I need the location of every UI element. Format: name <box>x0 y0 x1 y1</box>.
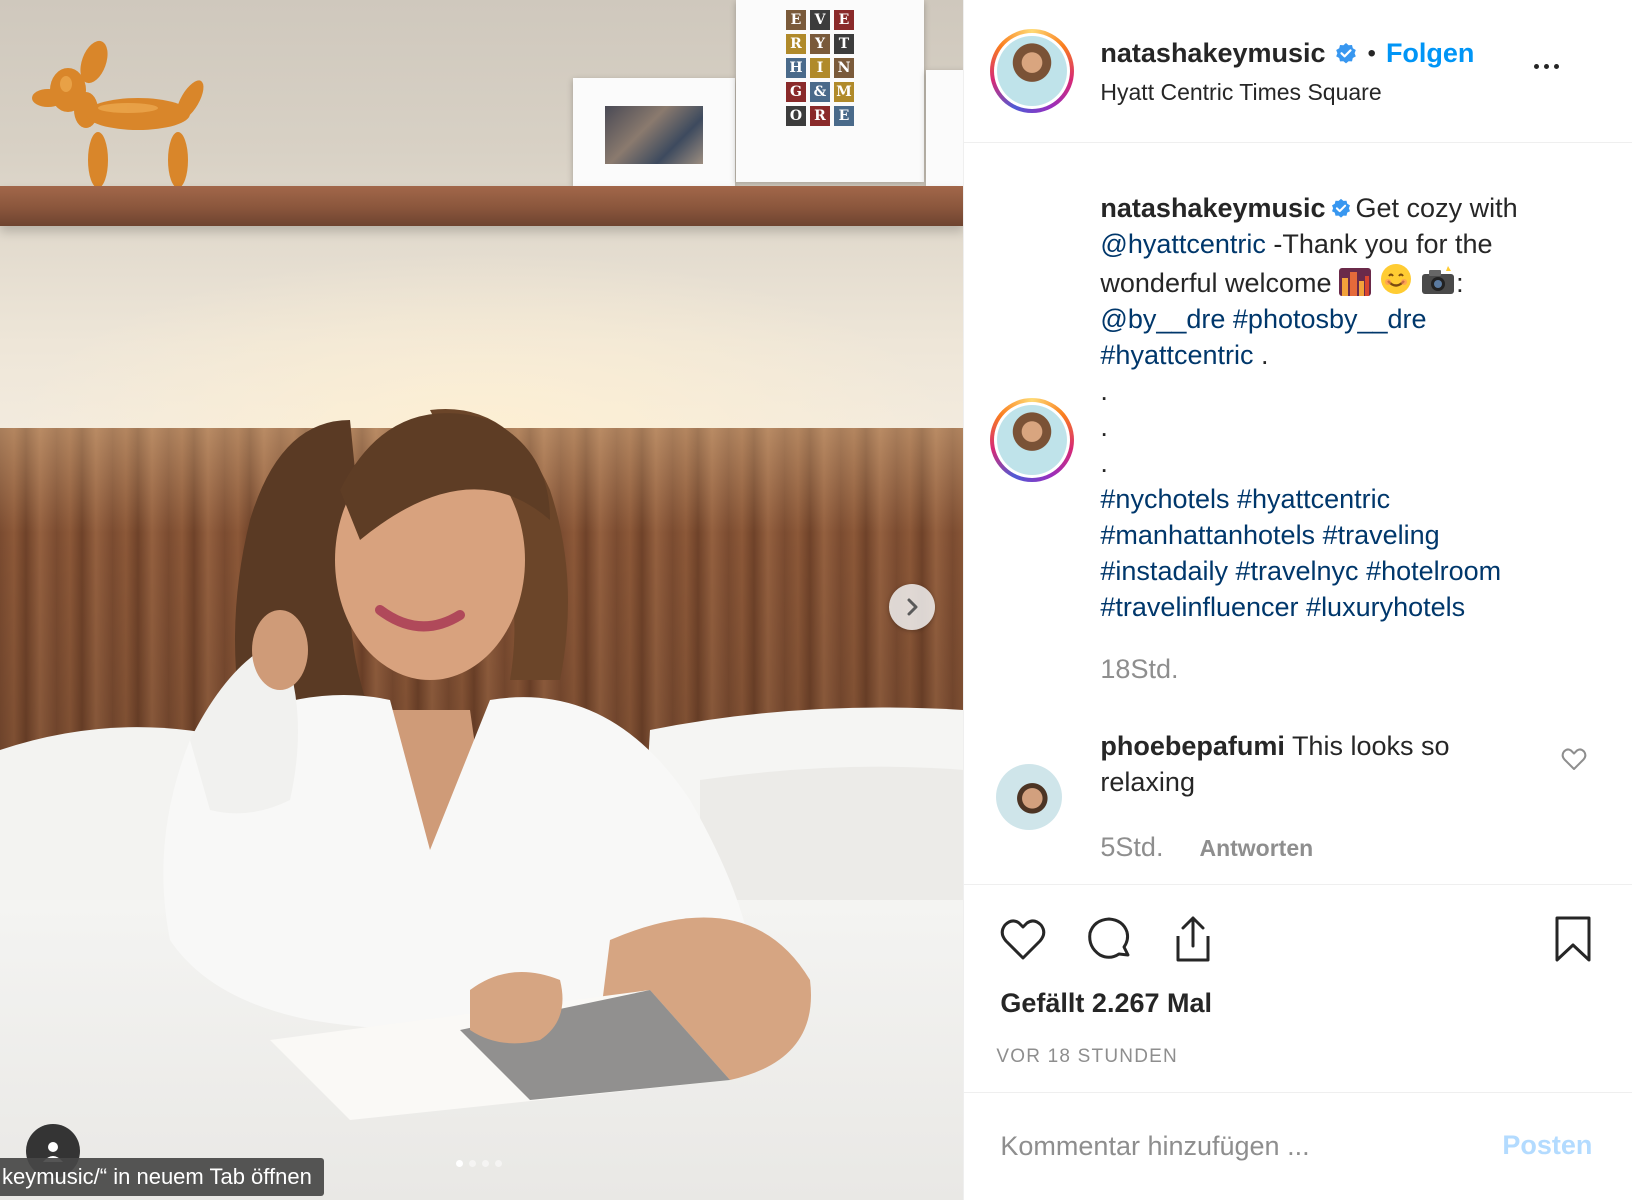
camera-flash-emoji-icon <box>1422 266 1455 294</box>
carousel-dots <box>456 1160 502 1167</box>
comment-meta: 5Std. Antworten <box>1100 832 1313 863</box>
letter-tile: Y <box>810 34 830 54</box>
hashtag-link[interactable]: #photosby__dre <box>1233 304 1427 334</box>
post-location[interactable]: Hyatt Centric Times Square <box>1100 79 1381 106</box>
share-icon[interactable] <box>1168 914 1218 964</box>
author-avatar[interactable] <box>990 29 1075 113</box>
smiling-face-emoji-icon <box>1380 264 1411 294</box>
woman-reading-figure <box>163 409 811 1120</box>
caption-text: Get cozy with <box>1355 193 1518 223</box>
caption-text: -Thank you for the <box>1265 229 1493 259</box>
mention-link[interactable]: @hyattcentric <box>1100 229 1265 259</box>
caption-text: : <box>1456 268 1464 298</box>
letters-art: E V E R Y T H I N G & M O R E <box>786 10 876 126</box>
post-header: natashakeymusic • Folgen Hyatt Centric T… <box>964 0 1632 143</box>
letter-tile <box>858 82 878 102</box>
letter-tile: R <box>810 106 830 126</box>
letter-tile: I <box>810 58 830 78</box>
hashtag-link[interactable]: #hyattcentric <box>1237 484 1390 514</box>
carousel-dot <box>482 1160 489 1167</box>
actions-divider <box>964 884 1632 885</box>
hashtag-link[interactable]: #luxuryhotels <box>1306 592 1465 622</box>
comment-timestamp[interactable]: 5Std. <box>1100 832 1163 863</box>
letter-tile: & <box>810 82 830 102</box>
letter-tile: E <box>786 10 806 30</box>
chevron-right-icon <box>907 598 918 616</box>
comment-input[interactable] <box>1000 1128 1481 1164</box>
photo-frame-edge <box>926 70 964 190</box>
caption-text: wonderful welcome <box>1100 268 1332 298</box>
speech-bubble-icon[interactable] <box>1084 914 1134 964</box>
letter-tile: V <box>810 10 830 30</box>
caption-dot: . <box>1100 448 1108 478</box>
letter-tile <box>858 34 878 54</box>
carousel-dot <box>495 1160 502 1167</box>
letter-tile: O <box>786 106 806 126</box>
photo-frame-small <box>573 78 735 186</box>
letter-tile: T <box>834 34 854 54</box>
hashtag-link[interactable]: #nychotels <box>1100 484 1229 514</box>
reply-button[interactable]: Antworten <box>1199 835 1313 862</box>
caption-text: . <box>1253 340 1269 370</box>
hashtag-link[interactable]: #traveling <box>1323 520 1440 550</box>
post-actions <box>998 914 1598 966</box>
letter-tile <box>858 10 878 30</box>
letter-tile: M <box>834 82 854 102</box>
more-options-button[interactable] <box>1526 54 1566 78</box>
hashtag-link[interactable]: #travelinfluencer <box>1100 592 1298 622</box>
add-comment-bar: Posten <box>964 1092 1632 1200</box>
caption-timestamp[interactable]: 18Std. <box>1100 654 1178 685</box>
letter-tile <box>858 58 878 78</box>
letter-tile: E <box>834 106 854 126</box>
carousel-next-button[interactable] <box>889 584 935 630</box>
follow-button[interactable]: Folgen <box>1386 38 1475 69</box>
letter-tile: R <box>786 34 806 54</box>
post-comment-button[interactable]: Posten <box>1502 1130 1592 1161</box>
open-in-new-tab-tooltip: keymusic/“ in neuem Tab öffnen <box>0 1158 324 1196</box>
author-username[interactable]: natashakeymusic <box>1100 38 1325 69</box>
caption-dot: . <box>1100 412 1108 442</box>
caption-username[interactable]: natashakeymusic <box>1100 193 1325 223</box>
comment: phoebepafumi This looks so relaxing <box>1100 728 1520 800</box>
mention-link[interactable]: @by__dre <box>1100 304 1225 334</box>
photo-frame-letters: E V E R Y T H I N G & M O R E <box>736 0 924 182</box>
post-side-panel: natashakeymusic • Folgen Hyatt Centric T… <box>963 0 1632 1200</box>
carousel-dot <box>469 1160 476 1167</box>
more-options-icon <box>1533 63 1539 69</box>
likes-count[interactable]: Gefällt 2.267 Mal <box>1000 988 1212 1019</box>
heart-icon[interactable] <box>998 914 1048 964</box>
hashtag-link[interactable]: #hyattcentric <box>1100 340 1253 370</box>
instagram-post-view: E V E R Y T H I N G & M O R E keymusic/“… <box>0 0 1632 1200</box>
letter-tile: G <box>786 82 806 102</box>
bookmark-icon[interactable] <box>1548 914 1598 964</box>
letter-tile <box>858 106 878 126</box>
hashtag-link[interactable]: #travelnyc <box>1236 556 1359 586</box>
caption-dot: . <box>1100 376 1108 406</box>
heart-icon[interactable] <box>1560 745 1588 773</box>
commenter-avatar[interactable] <box>996 764 1063 830</box>
wall-shelf <box>0 186 964 226</box>
verified-badge-icon <box>1331 198 1350 218</box>
letter-tile: E <box>834 10 854 30</box>
verified-badge-icon <box>1335 42 1356 63</box>
carousel-dot <box>456 1160 463 1167</box>
hashtag-link[interactable]: #hotelroom <box>1366 556 1501 586</box>
hashtag-link[interactable]: #manhattanhotels <box>1100 520 1315 550</box>
separator-dot: • <box>1367 39 1376 67</box>
letter-tile: N <box>834 58 854 78</box>
commenter-username[interactable]: phoebepafumi <box>1100 731 1285 761</box>
author-row: natashakeymusic • Folgen <box>1100 38 1474 69</box>
post-caption: natashakeymusic Get cozy with @hyattcent… <box>1100 190 1570 625</box>
balloon-dog-figure <box>32 40 204 188</box>
post-photo[interactable]: E V E R Y T H I N G & M O R E keymusic/“… <box>0 0 964 1200</box>
hashtag-link[interactable]: #instadaily <box>1100 556 1228 586</box>
letter-tile: H <box>786 58 806 78</box>
city-skyline-emoji-icon <box>1339 268 1372 296</box>
caption-author-avatar[interactable] <box>990 398 1075 482</box>
post-date[interactable]: VOR 18 STUNDEN <box>996 1046 1178 1068</box>
